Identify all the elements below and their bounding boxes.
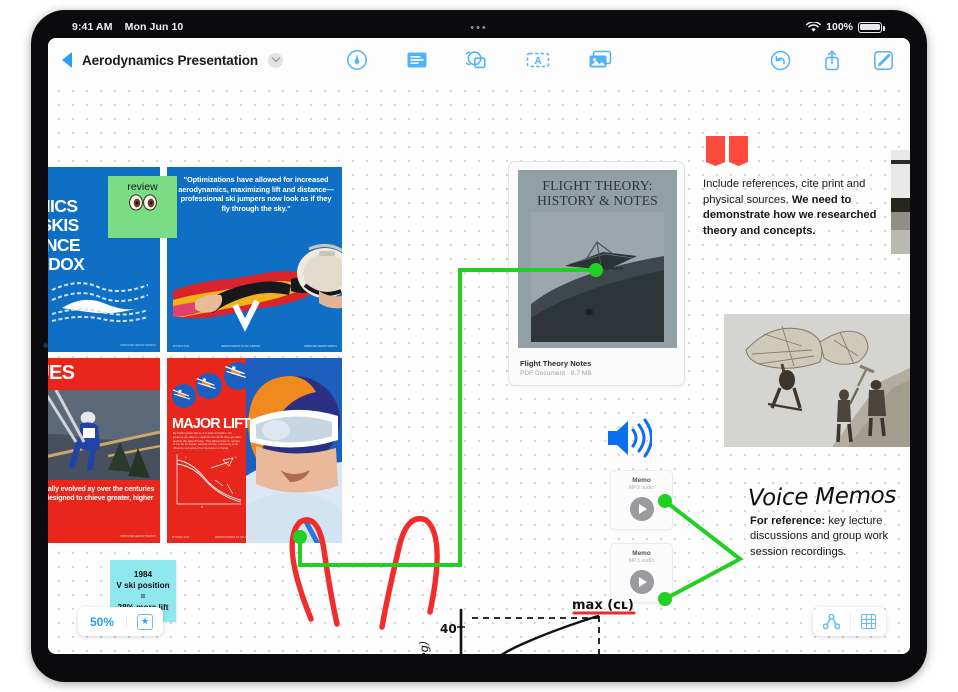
- pdf-cover-title: FLIGHT THEORY: HISTORY & NOTES: [537, 178, 658, 208]
- edge-photo[interactable]: [891, 150, 910, 254]
- favorite-button[interactable]: ★: [127, 613, 163, 630]
- reference-note-text: Include references, cite print and physi…: [703, 177, 878, 239]
- pdf-file-details: PDF Document · 8.7 MB: [520, 370, 592, 377]
- memo-title: Memo: [632, 550, 651, 557]
- status-date: Mon Jun 10: [124, 21, 184, 33]
- poster-titles-credit: IMPROVED AERODYNAMICS: [120, 344, 156, 347]
- voice-memos-heading: Voice Memos: [747, 482, 897, 512]
- pdf-cover-thumbnail: FLIGHT THEORY: HISTORY & NOTES: [518, 170, 677, 348]
- memo-subtitle: MP3 audio: [628, 485, 655, 491]
- airflow-diagram: [51, 282, 149, 323]
- pdf-cover-photo: [531, 212, 664, 342]
- poster-quote[interactable]: "Optimizations have allowed for increase…: [167, 167, 342, 352]
- chart-ytick-40: 40: [440, 622, 457, 636]
- chart-ytick-30: 30: [440, 652, 457, 654]
- sticky-stat-line-3: =: [140, 592, 146, 601]
- app-toolbar: Aerodynamics Presentation A: [48, 38, 910, 82]
- chevron-left-icon[interactable]: [62, 52, 72, 68]
- node-graph-icon: [823, 613, 840, 629]
- svg-text:P: P: [201, 505, 203, 509]
- compose-icon[interactable]: [873, 50, 894, 71]
- zoom-level-label[interactable]: 50%: [78, 614, 128, 629]
- poster-quote-credit-left: PHYSICS 1101: [173, 345, 190, 348]
- poster-quote-credit-right: IMPROVED AERODYNAMICS: [304, 345, 337, 348]
- photo-stack-icon[interactable]: [588, 50, 612, 70]
- poster-major-lift-credit-center: AERODYNAMICS OF SKI JUMPING: [215, 536, 257, 539]
- jumper-sequence-circles: [172, 362, 252, 408]
- ski-jumper-photo: [173, 229, 342, 349]
- ski-helmet-photo: [246, 358, 342, 543]
- poster-clues-credit: IMPROVED AERODYNAMICS: [120, 535, 156, 538]
- app-screen: Aerodynamics Presentation A ICS KIS NCE …: [48, 38, 910, 654]
- lift-chart: [457, 608, 636, 654]
- sticky-stat-line-2: V ski position: [116, 581, 170, 590]
- poster-major-lift[interactable]: MAJOR LIFT By holding their skis in a V-…: [167, 358, 342, 543]
- poster-clues[interactable]: LUES: [48, 358, 160, 543]
- ipad-device-frame: 9:41 AM Mon Jun 10 100% ••• Aerodynamics…: [31, 10, 927, 682]
- open-book-icon: [706, 136, 748, 166]
- poster-major-lift-paragraph: By holding their skis in a V-style forma…: [173, 431, 241, 451]
- speaker-waves-icon: [608, 418, 652, 458]
- pdf-file-meta: Flight Theory Notes PDF Document · 8.7 M…: [520, 359, 592, 377]
- grid-view-button[interactable]: [851, 614, 886, 629]
- chart-y-axis-label: a (deg): [417, 641, 431, 654]
- pdf-file-name: Flight Theory Notes: [520, 359, 592, 368]
- view-controls[interactable]: [813, 607, 886, 636]
- poster-clues-body: s continually evolved ay over the centur…: [48, 486, 155, 502]
- voice-memos-body: For reference: key lecture discussions a…: [750, 514, 900, 560]
- memo-card[interactable]: Memo MP3 audio: [610, 543, 673, 603]
- svg-text:y: y: [185, 455, 187, 459]
- battery-icon: [858, 21, 885, 33]
- poster-clues-title: LUES: [48, 362, 75, 384]
- memo-title: Memo: [632, 477, 651, 484]
- poster-major-lift-credit-left: PHYSICS 1101: [172, 536, 190, 539]
- undo-icon[interactable]: [770, 50, 791, 71]
- text-box-icon[interactable]: A: [526, 50, 550, 70]
- poster-quote-text: "Optimizations have allowed for increase…: [178, 175, 334, 213]
- note-icon[interactable]: [406, 50, 428, 70]
- connector-memos-to-note: [663, 499, 744, 601]
- star-icon: ★: [137, 613, 154, 630]
- battery-percent-label: 100%: [826, 21, 853, 33]
- multitask-handle[interactable]: •••: [470, 22, 488, 34]
- play-icon[interactable]: [629, 497, 654, 521]
- memo-card[interactable]: Memo MP3 audio: [610, 470, 673, 530]
- sticky-note-review[interactable]: review: [108, 176, 177, 238]
- poster-major-lift-title: MAJOR LIFT: [172, 416, 251, 432]
- lift-curve-diagram: y x P: [176, 454, 242, 509]
- voice-memos-body-bold: For reference:: [750, 515, 826, 527]
- toolbar-left-group: Aerodynamics Presentation: [62, 52, 284, 68]
- status-time: 9:41 AM: [72, 21, 113, 33]
- document-title[interactable]: Aerodynamics Presentation: [82, 53, 258, 68]
- ski-jumper-night-photo: [48, 390, 160, 480]
- toolbar-right-tools: [770, 49, 894, 71]
- poster-quote-credit-center: AERODYNAMICS OF SKI JUMPING: [221, 345, 261, 348]
- pen-circle-icon[interactable]: [346, 49, 368, 71]
- wifi-icon: [806, 21, 822, 32]
- memo-subtitle: MP3 audio: [628, 558, 655, 564]
- sticky-note-review-text: review: [127, 181, 158, 193]
- grid-icon: [861, 614, 876, 629]
- zoom-control[interactable]: 50% ★: [78, 607, 164, 636]
- eyes-icon: [108, 194, 177, 216]
- share-icon[interactable]: [823, 49, 841, 71]
- status-datetime: 9:41 AM Mon Jun 10: [72, 21, 183, 33]
- shapes-icon[interactable]: [466, 49, 488, 71]
- svg-text:A: A: [534, 56, 541, 67]
- toolbar-center-tools: A: [346, 49, 612, 71]
- pdf-attachment-card[interactable]: FLIGHT THEORY: HISTORY & NOTES Flight Th…: [508, 161, 685, 386]
- board-canvas[interactable]: NS AMICS N SKIS TANCE RADOX NS IMPROVED …: [48, 82, 910, 654]
- chevron-down-icon[interactable]: [268, 52, 284, 68]
- svg-text:x: x: [235, 455, 237, 459]
- glider-photo[interactable]: [724, 314, 910, 447]
- status-indicators: 100%: [806, 21, 885, 33]
- node-graph-button[interactable]: [813, 613, 850, 630]
- play-icon[interactable]: [629, 570, 654, 594]
- sticky-stat-line-1: 1984: [133, 570, 153, 579]
